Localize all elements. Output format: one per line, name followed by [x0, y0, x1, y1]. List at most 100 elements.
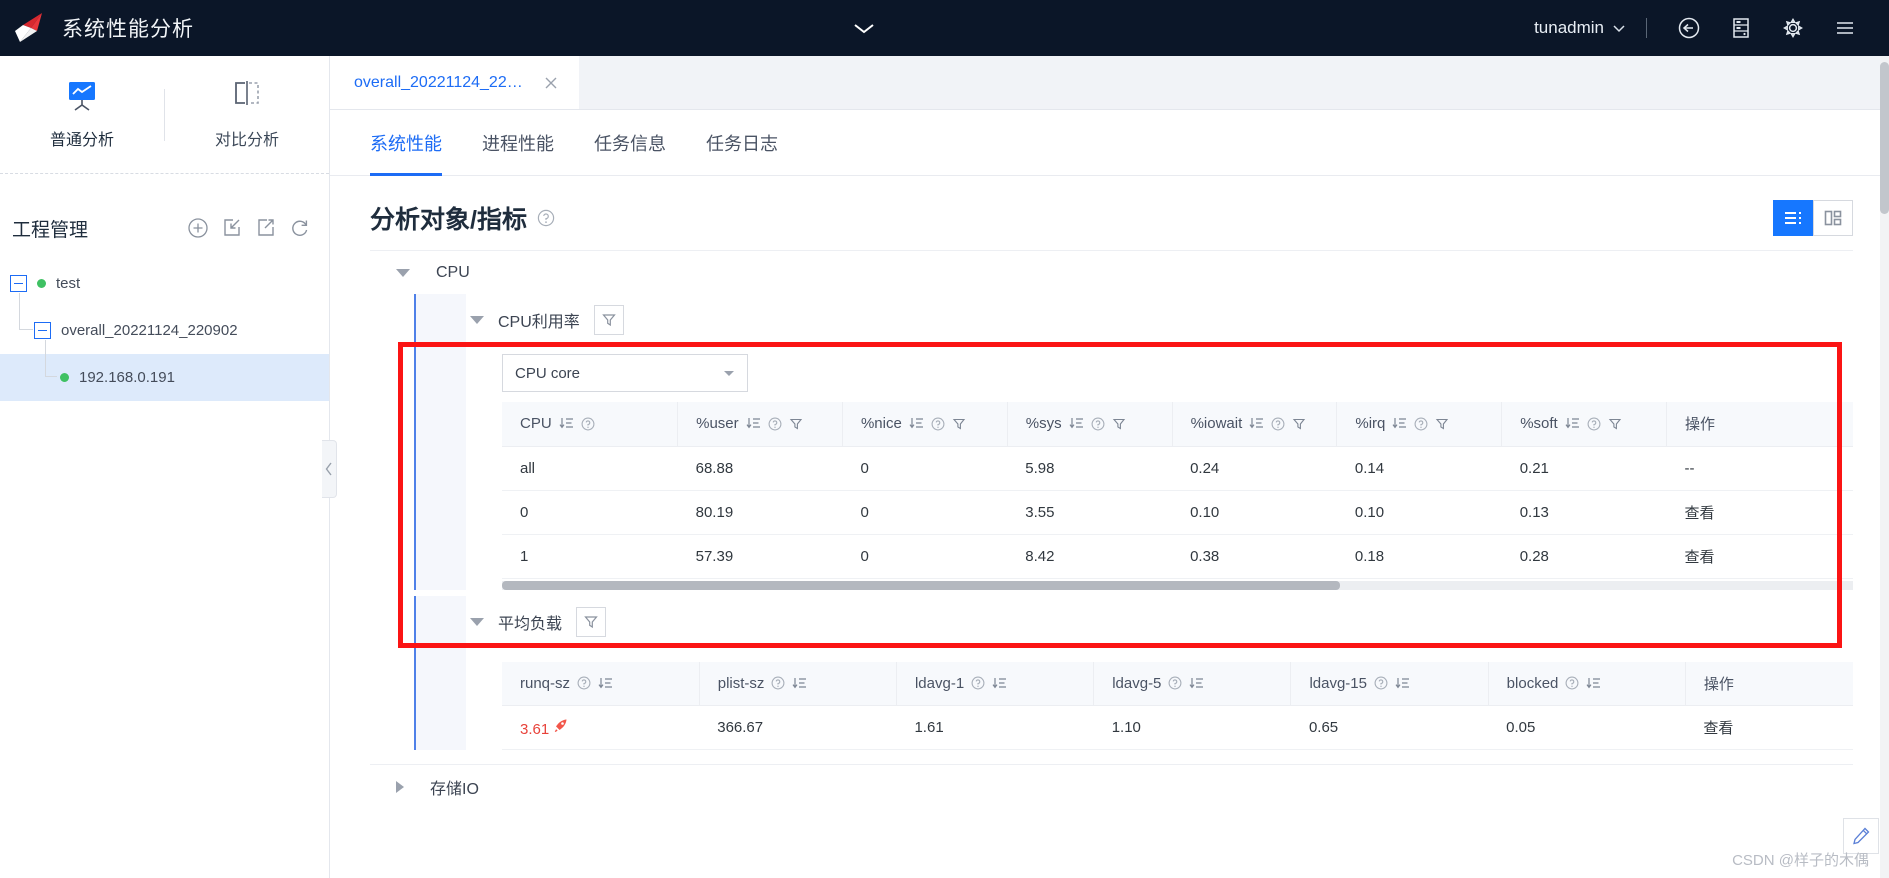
metric-filter-button[interactable] [576, 606, 607, 637]
tree-expander-icon[interactable] [34, 322, 51, 339]
sidebar-collapse-handle[interactable] [322, 440, 337, 498]
tab-task-log[interactable]: 任务日志 [706, 110, 778, 176]
metric-filter-button[interactable] [593, 305, 624, 335]
cell-action-view-link[interactable]: 查看 [1666, 534, 1853, 579]
sort-icon[interactable] [1189, 676, 1204, 691]
col-sys[interactable]: %sys [1007, 402, 1173, 447]
user-name[interactable]: tunadmin [1534, 18, 1604, 38]
col-label: %nice [860, 415, 902, 433]
chevron-down-icon[interactable] [470, 617, 484, 626]
help-icon[interactable] [581, 417, 595, 431]
sort-icon[interactable] [559, 416, 574, 431]
tree-node-test[interactable]: test [0, 260, 329, 307]
filter-icon[interactable] [789, 417, 803, 431]
cell-cpu: 1 [502, 534, 678, 579]
chevron-down-icon[interactable] [470, 316, 484, 324]
main-area: overall_20221124_22… 系统性能 进程性能 任务信息 任务日志… [330, 56, 1889, 878]
help-icon[interactable] [1587, 417, 1601, 431]
col-plist-sz[interactable]: plist-sz [699, 661, 897, 706]
list-view-button[interactable] [1773, 200, 1813, 236]
add-project-button[interactable] [187, 217, 209, 239]
grid-view-button[interactable] [1813, 200, 1853, 236]
table-horizontal-scrollbar[interactable] [502, 580, 1853, 590]
scrollbar-thumb[interactable] [502, 580, 1340, 590]
sort-icon[interactable] [1395, 676, 1410, 691]
metric-rail [414, 595, 466, 750]
mode-normal-analysis[interactable]: 普通分析 [0, 56, 164, 173]
document-tab[interactable]: overall_20221124_22… [330, 56, 579, 109]
close-icon[interactable] [543, 75, 559, 91]
help-icon[interactable] [768, 417, 782, 431]
cell-cpu: 0 [502, 490, 678, 535]
filter-icon[interactable] [952, 417, 966, 431]
help-icon[interactable] [577, 676, 591, 690]
group-name: CPU [436, 263, 470, 281]
col-blocked[interactable]: blocked [1488, 661, 1686, 706]
col-user[interactable]: %user [677, 402, 843, 447]
sort-icon[interactable] [1565, 416, 1580, 431]
cell-iowait: 0.38 [1172, 534, 1337, 579]
server-button[interactable] [1715, 0, 1767, 56]
group-header-storage-io[interactable]: 存储IO [370, 764, 1853, 808]
help-icon[interactable] [1414, 417, 1428, 431]
chevron-left-icon [325, 462, 332, 476]
table-header-row: CPU %user %nice %sys %iowait %irq %soft … [502, 402, 1853, 447]
chevron-right-icon[interactable] [396, 780, 404, 793]
help-icon[interactable] [1374, 676, 1388, 690]
sort-icon[interactable] [1586, 676, 1601, 691]
filter-icon[interactable] [1292, 417, 1306, 431]
sort-icon[interactable] [909, 416, 924, 431]
sort-icon[interactable] [792, 676, 807, 691]
document-tab-label: overall_20221124_22… [354, 73, 523, 91]
scrollbar-thumb[interactable] [1880, 62, 1889, 214]
cell-action-view-link[interactable]: 查看 [1666, 490, 1853, 535]
help-icon[interactable] [1091, 417, 1105, 431]
sort-icon[interactable] [1392, 416, 1407, 431]
help-icon[interactable] [1168, 676, 1182, 690]
col-cpu[interactable]: CPU [502, 402, 679, 447]
sort-icon[interactable] [1249, 416, 1264, 431]
tree-node-host[interactable]: 192.168.0.191 [0, 340, 329, 401]
sort-icon[interactable] [1069, 416, 1084, 431]
col-soft[interactable]: %soft [1501, 402, 1667, 447]
help-icon[interactable] [931, 417, 945, 431]
col-iowait[interactable]: %iowait [1172, 402, 1338, 447]
col-runq-sz[interactable]: runq-sz [502, 661, 700, 706]
col-label: ldavg-5 [1112, 674, 1162, 692]
help-icon[interactable] [971, 676, 985, 690]
sort-icon[interactable] [992, 676, 1007, 691]
page-scrollbar[interactable] [1880, 56, 1889, 878]
refresh-project-button[interactable] [289, 217, 311, 239]
import-project-button[interactable] [221, 217, 243, 239]
col-ldavg-15[interactable]: ldavg-15 [1290, 661, 1489, 706]
tab-task-info[interactable]: 任务信息 [594, 110, 666, 176]
logout-button[interactable] [1663, 0, 1715, 56]
tab-process-performance[interactable]: 进程性能 [482, 110, 554, 176]
chevron-down-icon[interactable] [851, 20, 877, 36]
filter-icon[interactable] [1435, 417, 1449, 431]
chevron-down-icon[interactable] [396, 268, 410, 277]
cell-action-view-link[interactable]: 查看 [1685, 705, 1853, 750]
help-icon[interactable] [771, 676, 785, 690]
col-irq[interactable]: %irq [1336, 402, 1503, 447]
col-ldavg-5[interactable]: ldavg-5 [1093, 661, 1292, 706]
sort-icon[interactable] [746, 416, 761, 431]
app-logo[interactable] [0, 0, 56, 56]
group-header-cpu[interactable]: CPU [370, 250, 1853, 294]
help-icon[interactable] [537, 209, 555, 227]
filter-icon[interactable] [1112, 417, 1126, 431]
col-nice[interactable]: %nice [842, 402, 1008, 447]
filter-icon[interactable] [1608, 417, 1622, 431]
menu-button[interactable] [1819, 0, 1871, 56]
sort-icon[interactable] [598, 676, 613, 691]
chevron-down-icon[interactable] [1612, 23, 1626, 33]
help-icon[interactable] [1565, 676, 1579, 690]
cpu-core-select[interactable]: CPU core [502, 354, 748, 392]
tab-system-performance[interactable]: 系统性能 [370, 110, 442, 176]
export-project-button[interactable] [255, 217, 277, 239]
col-ldavg-1[interactable]: ldavg-1 [896, 661, 1095, 706]
tree-expander-icon[interactable] [10, 275, 27, 292]
settings-button[interactable] [1767, 0, 1819, 56]
help-icon[interactable] [1271, 417, 1285, 431]
mode-compare-analysis[interactable]: 对比分析 [165, 56, 329, 173]
